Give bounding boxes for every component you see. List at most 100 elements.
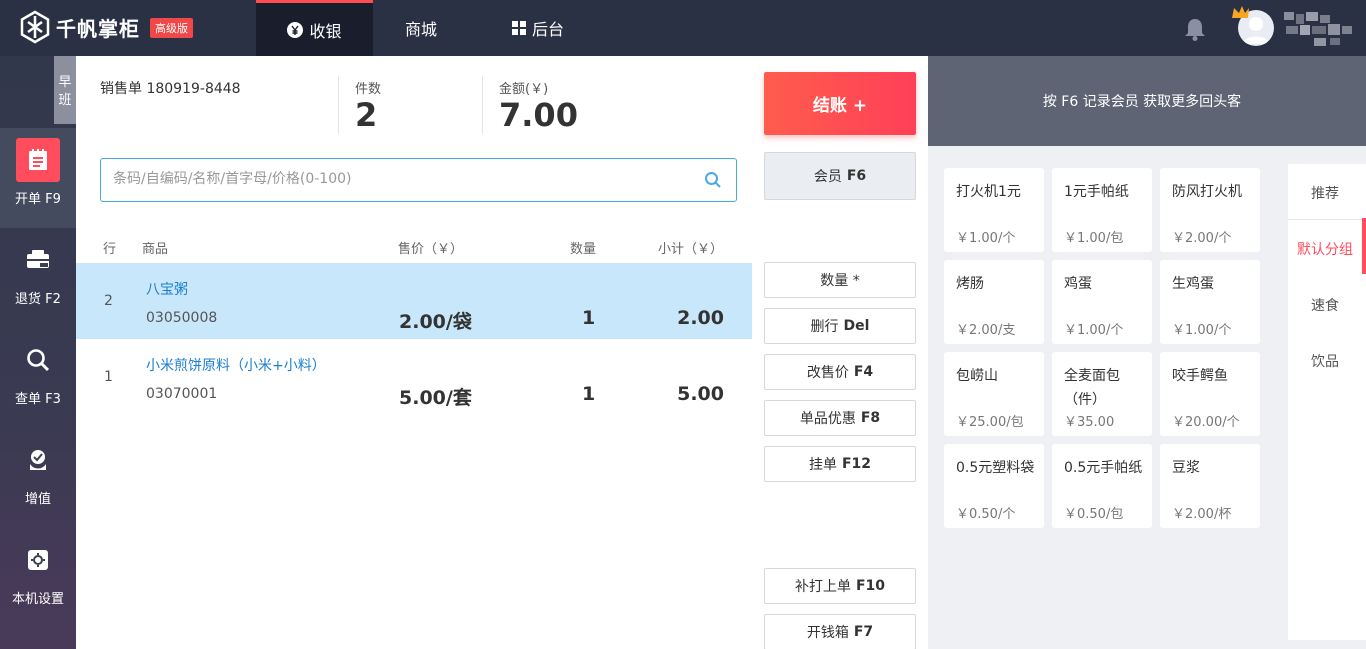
- row-subtotal: 2.00: [677, 307, 724, 329]
- category-drinks[interactable]: 饮品: [1288, 351, 1362, 371]
- reprint-label: 补打上单: [794, 579, 851, 595]
- row-subtotal: 5.00: [677, 383, 724, 405]
- product-card[interactable]: 生鸡蛋 ￥1.00/个: [1160, 260, 1260, 344]
- sidebar-label-new-order: 开单 F9: [15, 192, 61, 207]
- category-recommend[interactable]: 推荐: [1288, 183, 1362, 203]
- row-product-code: 03050008: [146, 310, 218, 326]
- product-card[interactable]: 全麦面包（件） ￥35.00: [1052, 352, 1152, 436]
- table-row[interactable]: 2 八宝粥 03050008 2.00/袋 1 2.00: [76, 263, 752, 339]
- category-fast-food[interactable]: 速食: [1288, 295, 1362, 315]
- hold-order-button[interactable]: 挂单 F12: [764, 446, 916, 482]
- product-card[interactable]: 0.5元塑料袋 ￥0.50/个: [944, 444, 1044, 528]
- nav-backend-label: 后台: [531, 20, 564, 39]
- sidebar-item-new-order[interactable]: 开单 F9: [0, 128, 76, 228]
- sidebar-item-return[interactable]: 退货 F2: [0, 228, 76, 328]
- sidebar-label-query: 查单 F3: [15, 392, 61, 407]
- edition-badge: 高级版: [150, 18, 193, 38]
- table-row[interactable]: 1 小米煎饼原料（小米+小料） 03070001 5.00/套 1 5.00: [76, 339, 752, 415]
- row-index: 2: [104, 293, 113, 309]
- member-tip-banner[interactable]: 按 F6 记录会员 获取更多回头客: [928, 56, 1366, 146]
- row-price: 2.00/袋: [399, 311, 472, 333]
- nav-cashier[interactable]: 收银: [256, 0, 373, 56]
- open-drawer-button[interactable]: 开钱箱 F7: [764, 614, 916, 649]
- product-name: 包崂山: [956, 368, 998, 384]
- change-price-button[interactable]: 改售价 F4: [764, 354, 916, 390]
- product-price: ￥1.00/个: [1172, 323, 1232, 338]
- table-header: 行 商品 售价（￥） 数量 小计（￥）: [76, 236, 752, 258]
- product-price: ￥0.50/个: [956, 507, 1016, 522]
- amount-label: 金额(￥): [499, 82, 549, 97]
- product-card[interactable]: 0.5元手帕纸 ￥0.50/包: [1052, 444, 1152, 528]
- count-label: 件数: [355, 82, 382, 97]
- member-key: F6: [846, 168, 867, 184]
- sidebar-label-value-added: 增值: [24, 492, 51, 507]
- crown-icon: [1232, 6, 1249, 18]
- count-value: 2: [355, 96, 378, 134]
- row-qty: 1: [582, 383, 596, 405]
- col-qty: 数量: [570, 242, 597, 257]
- delete-row-label: 删行: [810, 319, 839, 335]
- product-card[interactable]: 豆浆 ￥2.00/杯: [1160, 444, 1260, 528]
- quantity-label: 数量 *: [820, 273, 860, 289]
- product-card[interactable]: 烤肠 ￥2.00/支: [944, 260, 1044, 344]
- app-name: 千帆掌柜: [56, 16, 140, 41]
- new-order-icon: [16, 138, 60, 182]
- nav-mall-label: 商城: [404, 20, 437, 39]
- user-name-blurred: [1284, 12, 1352, 46]
- open-drawer-key: F7: [853, 624, 874, 640]
- reprint-button[interactable]: 补打上单 F10: [764, 568, 916, 604]
- product-name: 生鸡蛋: [1172, 276, 1214, 292]
- hold-order-key: F12: [841, 456, 872, 472]
- row-qty: 1: [582, 307, 596, 329]
- quantity-button[interactable]: 数量 *: [764, 262, 916, 298]
- category-default[interactable]: 默认分组: [1288, 239, 1362, 259]
- product-card[interactable]: 咬手鳄鱼 ￥20.00/个: [1160, 352, 1260, 436]
- sidebar-label-settings: 本机设置: [11, 592, 64, 607]
- col-subtotal: 小计（￥）: [658, 242, 724, 257]
- product-name: 烤肠: [956, 276, 984, 292]
- row-product-code: 03070001: [146, 386, 218, 402]
- product-card[interactable]: 包崂山 ￥25.00/包: [944, 352, 1044, 436]
- amount-value: 7.00: [499, 96, 578, 134]
- bell-icon[interactable]: [1182, 16, 1208, 42]
- item-discount-button[interactable]: 单品优惠 F8: [764, 400, 916, 436]
- change-price-label: 改售价: [806, 365, 849, 381]
- product-price: ￥2.00/支: [956, 323, 1016, 338]
- product-price: ￥0.50/包: [1064, 507, 1124, 522]
- search-input[interactable]: [113, 159, 703, 199]
- row-product-name[interactable]: 八宝粥: [146, 279, 188, 299]
- item-discount-key: F8: [860, 410, 881, 426]
- product-name: 鸡蛋: [1064, 276, 1092, 292]
- grid-icon: [511, 21, 526, 35]
- member-label: 会员: [813, 169, 842, 185]
- product-name: 豆浆: [1172, 460, 1200, 476]
- sidebar-item-settings[interactable]: 本机设置: [0, 528, 76, 628]
- row-product-name[interactable]: 小米煎饼原料（小米+小料）: [146, 355, 326, 375]
- product-price: ￥35.00: [1064, 415, 1115, 430]
- product-price: ￥1.00/个: [956, 231, 1016, 246]
- product-name: 全麦面包（件）: [1064, 368, 1120, 408]
- top-bar: 千帆掌柜 高级版 收银 商城 后台: [0, 0, 1366, 56]
- reprint-key: F10: [855, 578, 886, 594]
- search-icon[interactable]: [704, 171, 722, 189]
- row-price: 5.00/套: [399, 387, 472, 409]
- checkout-button[interactable]: 结账 +: [764, 72, 916, 135]
- product-card[interactable]: 鸡蛋 ￥1.00/个: [1052, 260, 1152, 344]
- nav-mall[interactable]: 商城: [373, 0, 469, 56]
- sidebar-item-query[interactable]: 查单 F3: [0, 328, 76, 428]
- product-name: 打火机1元: [956, 184, 1021, 200]
- sidebar-label-return: 退货 F2: [15, 292, 61, 307]
- col-price: 售价（￥）: [398, 242, 464, 257]
- delete-row-button[interactable]: 删行 Del: [764, 308, 916, 344]
- search-box: [100, 158, 737, 202]
- shift-tab[interactable]: 早班: [54, 56, 76, 124]
- product-card[interactable]: 打火机1元 ￥1.00/个: [944, 168, 1044, 252]
- nav-backend[interactable]: 后台: [469, 0, 607, 56]
- member-button[interactable]: 会员 F6: [764, 152, 916, 200]
- product-price: ￥1.00/包: [1064, 231, 1124, 246]
- product-price: ￥2.00/杯: [1172, 507, 1232, 522]
- product-card[interactable]: 1元手帕纸 ￥1.00/包: [1052, 168, 1152, 252]
- product-price: ￥25.00/包: [956, 415, 1024, 430]
- product-card[interactable]: 防风打火机 ￥2.00/个: [1160, 168, 1260, 252]
- sidebar-item-value-added[interactable]: 增值: [0, 428, 76, 528]
